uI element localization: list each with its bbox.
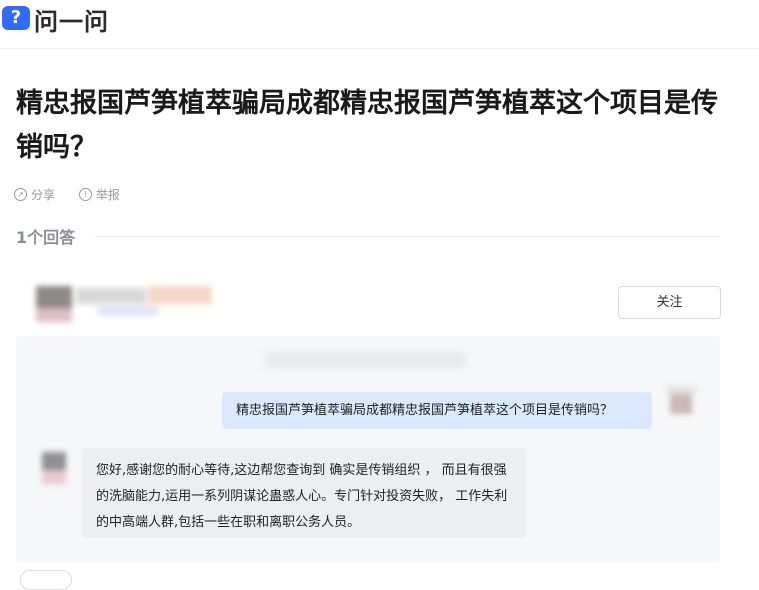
blur-block: [98, 306, 158, 316]
blur-block: [42, 470, 66, 484]
report-label: 举报: [95, 188, 120, 202]
blur-block: [148, 286, 212, 304]
answer-count: 1个回答: [16, 228, 76, 247]
share-icon: ↗: [14, 188, 27, 201]
top-bar: ? 问一问: [0, 0, 759, 49]
agent-message-bubble: 您好,感谢您的耐心等待,这边帮您查询到 确实是传销组织 ， 而且有很强的洗脑能力…: [82, 448, 526, 538]
logo-text[interactable]: 问一问: [34, 2, 109, 37]
question-title: 精忠报国芦笋植萃骗局成都精忠报国芦笋植萃这个项目是传销吗？: [16, 88, 718, 163]
answerer-profile-blurred[interactable]: [18, 270, 218, 322]
blur-block: [36, 286, 72, 308]
follow-button[interactable]: 关注: [618, 286, 721, 319]
question-actions: ↗ 分享 ! 举报: [14, 186, 140, 203]
report-icon: !: [78, 188, 92, 201]
user-avatar: [666, 386, 702, 426]
agent-avatar: [36, 448, 72, 488]
answer-chat-box: 精忠报国芦笋植萃骗局成都精忠报国芦笋植萃这个项目是传销吗？ 您好,感谢您的耐心等…: [16, 336, 720, 562]
share-button[interactable]: ↗ 分享: [14, 186, 55, 203]
bottom-action-pill[interactable]: [20, 570, 72, 590]
blur-block: [36, 308, 72, 322]
blur-block: [76, 288, 146, 304]
user-message-bubble: 精忠报国芦笋植萃骗局成都精忠报国芦笋植萃这个项目是传销吗？: [222, 392, 652, 429]
divider: [95, 236, 720, 237]
blur-block: [670, 394, 692, 414]
blur-block: [666, 386, 696, 394]
share-label: 分享: [31, 188, 56, 202]
chat-header-blurred: [266, 352, 466, 368]
report-button[interactable]: ! 举报: [78, 186, 120, 203]
blur-block: [42, 452, 66, 470]
logo-icon[interactable]: ?: [2, 6, 30, 30]
